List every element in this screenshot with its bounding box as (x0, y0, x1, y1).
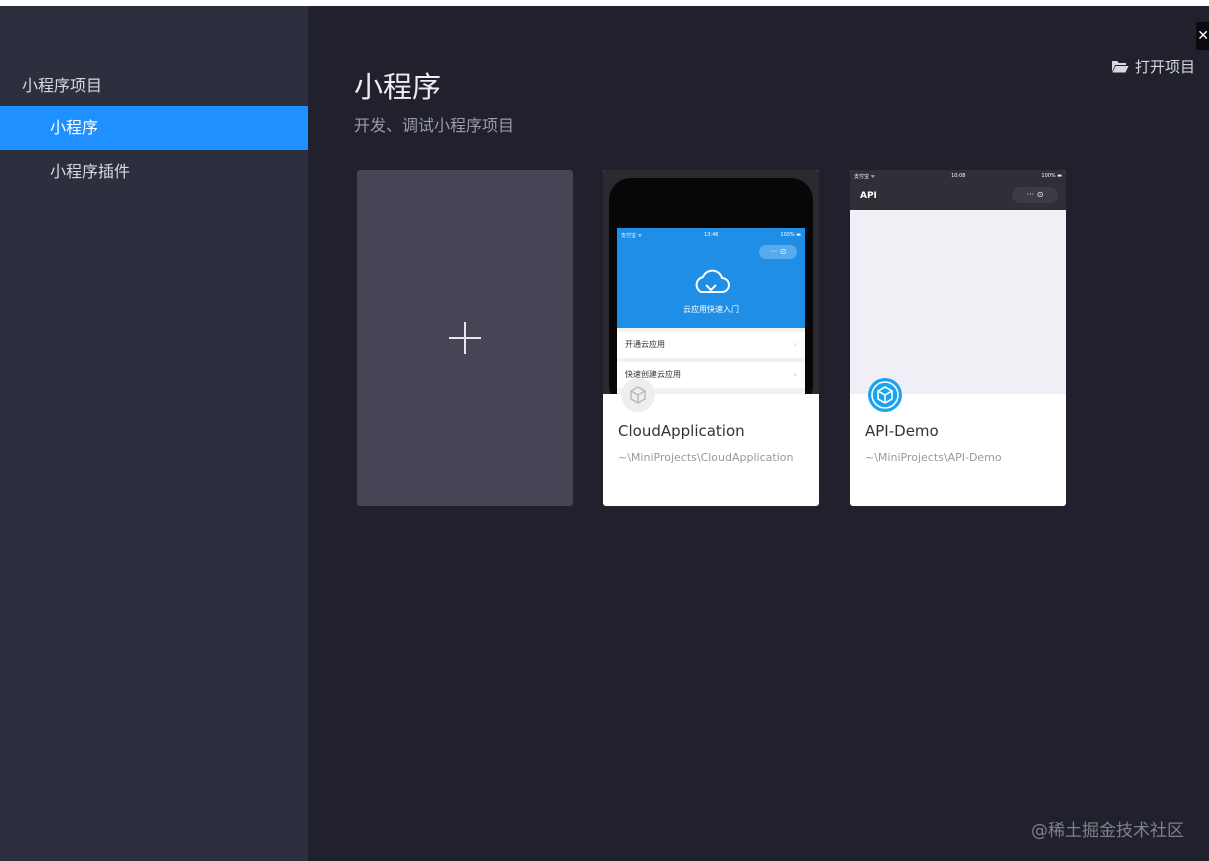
phone-screen: 支付宝 ᯤ 13:46 100% ▬ ··· ⊙ 云应用快速入门 开通云应用 › (617, 228, 805, 394)
new-project-card[interactable] (357, 170, 573, 506)
sidebar: 小程序项目 小程序 小程序插件 (0, 6, 308, 861)
status-battery: 100% ▬ (780, 232, 801, 238)
watermark: @稀土掘金技术社区 (1031, 821, 1184, 841)
status-time: 10:08 (951, 173, 966, 179)
project-name: API-Demo (865, 422, 939, 440)
page-title: 小程序 (354, 70, 442, 104)
preview-row: 开通云应用 › (617, 332, 805, 358)
preview-navbar: 支付宝 ᯤ 10:08 100% ▬ API ··· ⊙ (850, 170, 1066, 210)
capsule-menu: ··· ⊙ (759, 245, 797, 259)
project-path: ~\MiniProjects\CloudApplication (618, 451, 794, 464)
project-name: CloudApplication (618, 422, 745, 440)
preview-body (850, 210, 1066, 394)
preview-status-bar: 支付宝 ᯤ 10:08 100% ▬ (854, 173, 1062, 180)
preview-status-bar: 支付宝 ᯤ 13:46 100% ▬ (621, 232, 801, 239)
preview-row-label: 开通云应用 (625, 340, 665, 349)
project-logo-icon (868, 378, 902, 412)
plus-icon (449, 322, 481, 354)
sidebar-item-plugin[interactable]: 小程序插件 (0, 150, 308, 194)
project-logo-icon (621, 378, 655, 412)
status-carrier: 支付宝 ᯤ (854, 174, 876, 180)
project-card-api-demo[interactable]: 支付宝 ᯤ 10:08 100% ▬ API ··· ⊙ API-Demo ~\… (850, 170, 1066, 506)
project-preview: 支付宝 ᯤ 10:08 100% ▬ API ··· ⊙ (850, 170, 1066, 394)
close-icon: ✕ (1197, 28, 1209, 44)
chevron-right-icon: › (793, 340, 797, 349)
sidebar-item-miniprogram[interactable]: 小程序 (0, 106, 308, 150)
capsule-menu: ··· ⊙ (1012, 187, 1058, 203)
open-project-label: 打开项目 (1134, 58, 1195, 76)
app-window: 小程序项目 小程序 小程序插件 小程序 开发、调试小程序项目 打开项目 ✕ 支付… (0, 6, 1209, 861)
project-path: ~\MiniProjects\API-Demo (865, 451, 1002, 464)
open-project-button[interactable]: 打开项目 (1111, 56, 1195, 77)
project-card-cloudapplication[interactable]: 支付宝 ᯤ 13:46 100% ▬ ··· ⊙ 云应用快速入门 开通云应用 › (603, 170, 819, 506)
cloud-icon (695, 269, 730, 293)
preview-banner: 支付宝 ᯤ 13:46 100% ▬ ··· ⊙ 云应用快速入门 (617, 228, 805, 328)
status-time: 13:46 (704, 232, 719, 238)
project-preview: 支付宝 ᯤ 13:46 100% ▬ ··· ⊙ 云应用快速入门 开通云应用 › (603, 170, 819, 394)
page-subtitle: 开发、调试小程序项目 (354, 116, 515, 135)
folder-open-icon (1111, 61, 1129, 73)
banner-label: 云应用快速入门 (683, 305, 739, 314)
cube-icon (630, 386, 646, 404)
status-carrier: 支付宝 ᯤ (621, 233, 643, 239)
chevron-right-icon: › (793, 370, 797, 379)
preview-title: API (860, 191, 877, 201)
status-battery: 100% ▬ (1041, 173, 1062, 179)
close-button[interactable]: ✕ (1196, 22, 1209, 50)
cube-icon (871, 381, 899, 409)
sidebar-group-label: 小程序项目 (22, 76, 103, 95)
